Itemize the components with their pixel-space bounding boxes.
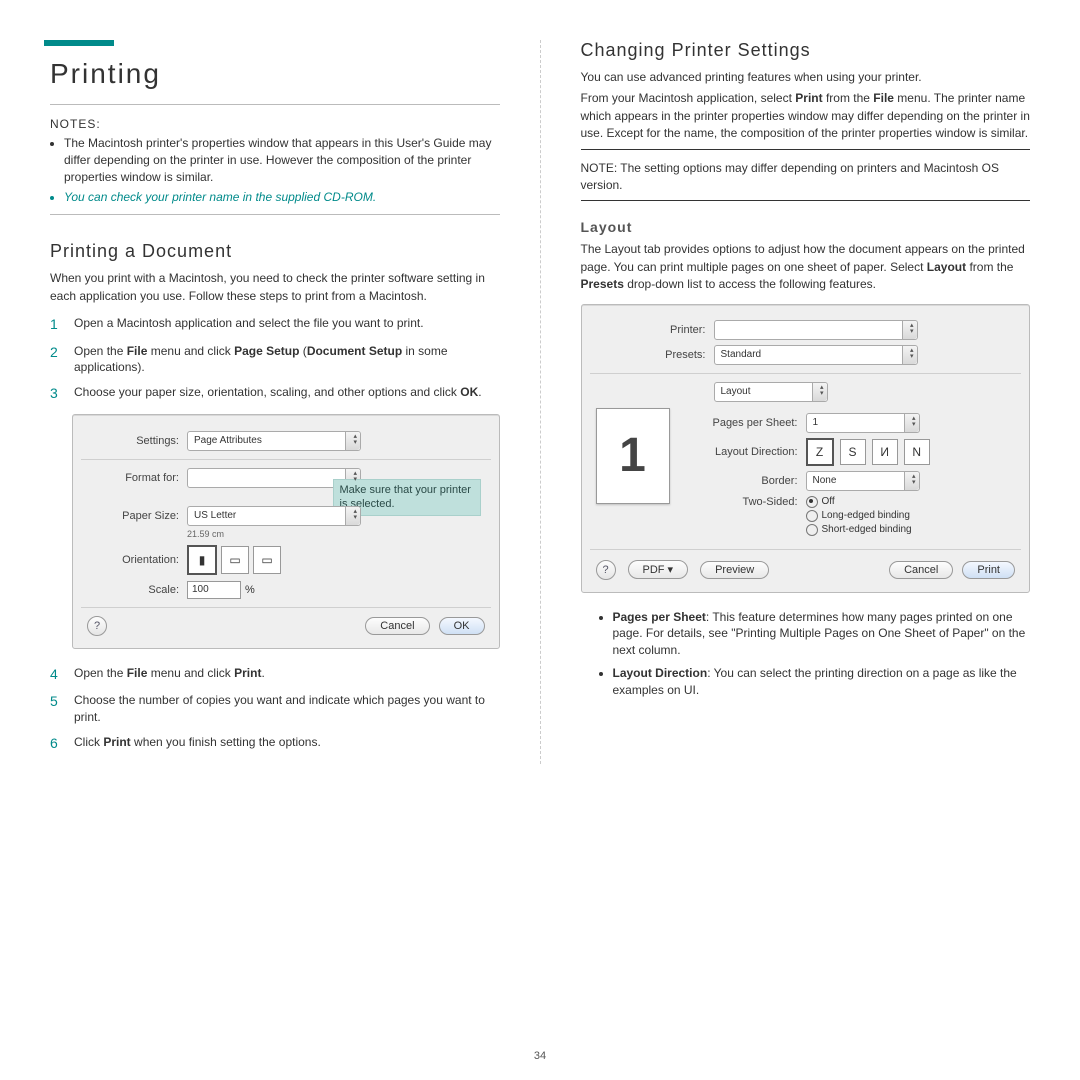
format-for-label: Format for: — [87, 472, 187, 484]
step-text: Choose the number of copies you want and… — [74, 692, 500, 726]
printer-select[interactable]: ▴▾ — [714, 320, 918, 340]
column-divider — [540, 40, 541, 764]
notes-list: The Macintosh printer's properties windo… — [50, 135, 500, 206]
rule — [581, 149, 1031, 150]
step-item: 2 Open the File menu and click Page Setu… — [50, 343, 500, 377]
main-heading: Printing — [50, 58, 500, 90]
layout-heading: Layout — [581, 219, 1031, 235]
accent-bar — [44, 40, 114, 46]
scale-percent: % — [245, 584, 255, 596]
pages-per-sheet-label: Pages per Sheet: — [688, 417, 806, 429]
orientation-label: Orientation: — [87, 554, 187, 566]
paper-dimensions: 21.59 cm — [187, 529, 485, 539]
paragraph: From your Macintosh application, select … — [581, 90, 1031, 142]
layout-preview-icon: 1 — [596, 408, 670, 504]
step-item: 4 Open the File menu and click Print. — [50, 665, 500, 685]
step-number: 6 — [50, 734, 64, 754]
cancel-button[interactable]: Cancel — [365, 617, 429, 635]
step-text: Click Print when you finish setting the … — [74, 734, 321, 754]
presets-label: Presets: — [596, 349, 714, 361]
note-item: The Macintosh printer's properties windo… — [64, 135, 500, 185]
step-text: Choose your paper size, orientation, sca… — [74, 384, 482, 404]
scale-input[interactable]: 100 — [187, 581, 241, 599]
step-number: 1 — [50, 315, 64, 335]
orientation-portrait-icon[interactable]: ▮ — [187, 545, 217, 575]
layout-intro: The Layout tab provides options to adjus… — [581, 241, 1031, 293]
two-sided-off-radio[interactable]: Off — [806, 496, 912, 508]
step-number: 5 — [50, 692, 64, 726]
section-select[interactable]: Layout▴▾ — [714, 382, 828, 402]
bullet-item: Layout Direction: You can select the pri… — [613, 665, 1031, 699]
step-item: 6 Click Print when you finish setting th… — [50, 734, 500, 754]
feature-bullets: Pages per Sheet: This feature determines… — [599, 609, 1031, 699]
settings-select[interactable]: Page Attributes▴▾ — [187, 431, 361, 451]
direction-ntype-icon[interactable]: И — [872, 439, 898, 465]
preview-button[interactable]: Preview — [700, 561, 769, 579]
cancel-button[interactable]: Cancel — [889, 561, 953, 579]
presets-select[interactable]: Standard▴▾ — [714, 345, 918, 365]
subheading: Printing a Document — [50, 241, 500, 262]
page-setup-dialog: Settings: Page Attributes▴▾ Format for: … — [72, 414, 500, 649]
scale-label: Scale: — [87, 584, 187, 596]
help-icon[interactable]: ? — [596, 560, 616, 580]
layout-direction-label: Layout Direction: — [688, 446, 806, 458]
ok-button[interactable]: OK — [439, 617, 485, 635]
left-column: Printing NOTES: The Macintosh printer's … — [50, 40, 500, 764]
step-number: 3 — [50, 384, 64, 404]
step-number: 4 — [50, 665, 64, 685]
print-button[interactable]: Print — [962, 561, 1015, 579]
pages-per-sheet-select[interactable]: 1▴▾ — [806, 413, 920, 433]
print-dialog: Printer: ▴▾ Presets: Standard▴▾ Layout▴▾… — [581, 304, 1031, 593]
section-heading: Changing Printer Settings — [581, 40, 1031, 61]
rule — [50, 104, 500, 105]
orientation-landscape-icon[interactable]: ▭ — [221, 546, 249, 574]
paper-size-label: Paper Size: — [87, 510, 187, 522]
step-text: Open a Macintosh application and select … — [74, 315, 424, 335]
two-sided-long-radio[interactable]: Long-edged binding — [806, 510, 912, 522]
printer-label: Printer: — [596, 324, 714, 336]
step-item: 1 Open a Macintosh application and selec… — [50, 315, 500, 335]
step-text: Open the File menu and click Print. — [74, 665, 265, 685]
rule — [581, 200, 1031, 201]
direction-ntype2-icon[interactable]: N — [904, 439, 930, 465]
step-text: Open the File menu and click Page Setup … — [74, 343, 500, 377]
paper-size-select[interactable]: US Letter▴▾ — [187, 506, 361, 526]
page-number: 34 — [0, 1050, 1080, 1062]
step-item: 3 Choose your paper size, orientation, s… — [50, 384, 500, 404]
step-item: 5 Choose the number of copies you want a… — [50, 692, 500, 726]
step-number: 2 — [50, 343, 64, 377]
settings-label: Settings: — [87, 435, 187, 447]
note-item: You can check your printer name in the s… — [64, 189, 500, 206]
border-select[interactable]: None▴▾ — [806, 471, 920, 491]
notes-label: NOTES: — [50, 117, 500, 131]
steps-list-cont: 4 Open the File menu and click Print. 5 … — [50, 665, 500, 754]
orientation-landscape-rev-icon[interactable]: ▭ — [253, 546, 281, 574]
two-sided-short-radio[interactable]: Short-edged binding — [806, 524, 912, 536]
steps-list: 1 Open a Macintosh application and selec… — [50, 315, 500, 404]
border-label: Border: — [688, 475, 806, 487]
pdf-button[interactable]: PDF ▾ — [628, 560, 689, 579]
two-sided-label: Two-Sided: — [688, 496, 806, 508]
rule — [50, 214, 500, 215]
bullet-item: Pages per Sheet: This feature determines… — [613, 609, 1031, 659]
right-column: Changing Printer Settings You can use ad… — [581, 40, 1031, 764]
help-icon[interactable]: ? — [87, 616, 107, 636]
intro-paragraph: When you print with a Macintosh, you nee… — [50, 270, 500, 305]
direction-stype-icon[interactable]: S — [840, 439, 866, 465]
paragraph: You can use advanced printing features w… — [581, 69, 1031, 86]
direction-ztype-icon[interactable]: Z — [806, 438, 834, 466]
note-paragraph: NOTE: The setting options may differ dep… — [581, 160, 1031, 195]
